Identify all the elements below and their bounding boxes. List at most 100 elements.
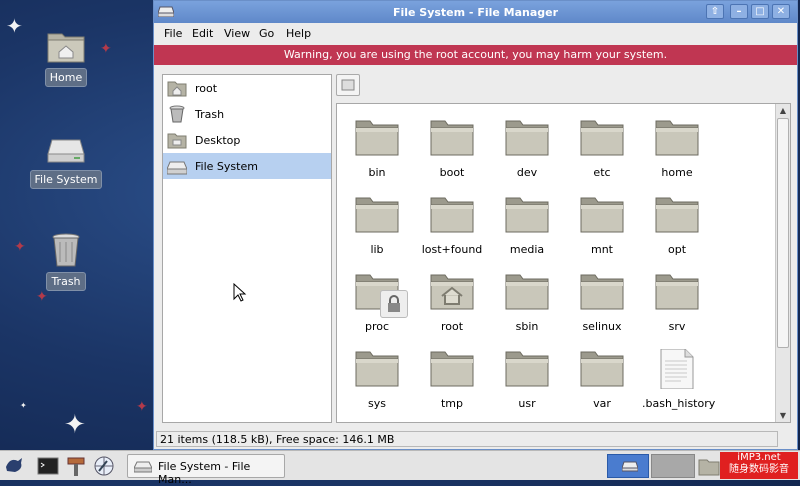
file-name-label: selinux: [582, 320, 622, 333]
terminal-icon[interactable]: [37, 455, 59, 477]
folder-item[interactable]: var: [567, 349, 637, 410]
folder-item[interactable]: opt: [642, 195, 712, 256]
file-name-label: proc: [364, 320, 390, 333]
folder-item[interactable]: tmp: [417, 349, 487, 410]
menu-edit[interactable]: Edit: [192, 27, 213, 40]
home-folder-icon: [46, 28, 86, 64]
drive-icon: [622, 461, 638, 472]
folder-item[interactable]: dev: [492, 118, 562, 179]
desktop-icon-home[interactable]: Home: [26, 28, 106, 87]
folder-icon: [354, 272, 408, 318]
file-name-label: lost+found: [421, 243, 483, 256]
drive-icon: [46, 130, 86, 166]
menu-file[interactable]: File: [164, 27, 182, 40]
text-file-icon: [654, 348, 700, 390]
folder-item[interactable]: home: [642, 118, 712, 179]
xfce-menu-icon[interactable]: [3, 455, 25, 477]
folder-item[interactable]: selinux: [567, 272, 637, 333]
folder-item[interactable]: media: [492, 195, 562, 256]
sidebar-item-desktop[interactable]: Desktop: [163, 127, 331, 153]
folder-icon: [504, 195, 550, 235]
folder-item[interactable]: lib: [342, 195, 412, 256]
sidebar-item-file-system[interactable]: File System: [163, 153, 331, 179]
folder-icon: [504, 349, 550, 389]
file-name-label: bin: [368, 166, 386, 179]
minimize-button[interactable]: –: [730, 4, 748, 19]
watermark-line-1: iMP3.net: [737, 452, 781, 463]
desktop-icon-label: Trash: [46, 272, 86, 291]
star-decoration: ✦: [6, 14, 23, 38]
home-emblem-icon: [439, 286, 465, 309]
drive-icon: [166, 157, 188, 175]
file-name-label: root: [440, 320, 464, 333]
folder-icon: [579, 195, 625, 235]
file-name-label: etc: [593, 166, 611, 179]
folder-icon: [354, 349, 400, 389]
drive-icon: [341, 79, 355, 91]
folder-icon: [429, 118, 475, 158]
menubar: File Edit View Go Help: [154, 23, 797, 45]
folder-item[interactable]: usr: [492, 349, 562, 410]
folder-item[interactable]: mnt: [567, 195, 637, 256]
folder-icon: [504, 118, 550, 158]
watermark-logo: iMP3.net 随身数码影音: [720, 452, 798, 479]
folder-item[interactable]: srv: [642, 272, 712, 333]
file-name-label: dev: [516, 166, 538, 179]
sidebar-item-root[interactable]: root: [163, 75, 331, 101]
close-button[interactable]: ✕: [772, 4, 790, 19]
star-decoration: ✦: [14, 239, 26, 255]
vertical-scrollbar[interactable]: ▲ ▼: [775, 104, 790, 422]
taskbar-window-button[interactable]: File System - File Man...: [127, 454, 285, 486]
desktop-icon-label: File System: [29, 170, 103, 189]
window-titlebar[interactable]: File System - File Manager ⇧ – □ ✕: [154, 1, 797, 23]
stick-button[interactable]: ⇧: [706, 4, 724, 19]
folder-icon: [654, 272, 700, 312]
path-bar-button[interactable]: [336, 74, 360, 96]
sidebar-item-label: File System: [195, 160, 258, 173]
scroll-up-arrow-icon[interactable]: ▲: [776, 106, 790, 115]
folder-icon: [654, 118, 700, 158]
folder-icon: [429, 195, 475, 235]
menu-help[interactable]: Help: [286, 27, 311, 40]
desktop-icon-file-system[interactable]: File System: [26, 130, 106, 189]
maximize-button[interactable]: □: [751, 4, 769, 19]
folder-item[interactable]: boot: [417, 118, 487, 179]
sidebar-item-trash[interactable]: Trash: [163, 101, 331, 127]
file-name-label: tmp: [440, 397, 463, 410]
file-name-label: home: [661, 166, 693, 179]
menu-view[interactable]: View: [224, 27, 250, 40]
file-name-label: var: [593, 397, 611, 410]
file-name-label: usr: [518, 397, 536, 410]
folder-item[interactable]: bin: [342, 118, 412, 179]
scrollbar-thumb[interactable]: [777, 118, 789, 348]
folder-icon: [579, 118, 625, 158]
folder-item[interactable]: sys: [342, 349, 412, 410]
trash-icon: [46, 232, 86, 268]
desktop-icon-trash[interactable]: Trash: [26, 232, 106, 291]
folder-item[interactable]: lost+found: [417, 195, 487, 256]
sidebar-item-label: root: [195, 82, 218, 95]
desktop-folder-icon: [167, 131, 187, 149]
menu-go[interactable]: Go: [259, 27, 274, 40]
workspace-2[interactable]: [651, 454, 695, 478]
file-name-label: .bash_history: [642, 397, 716, 410]
side-pane: root Trash Desktop File System: [162, 74, 332, 423]
desktop-folder-icon[interactable]: [698, 455, 720, 477]
drive-icon: [134, 461, 152, 473]
folder-item[interactable]: etc: [567, 118, 637, 179]
folder-item[interactable]: proc: [342, 272, 412, 333]
file-item[interactable]: .bash_history: [642, 348, 716, 410]
file-name-label: sbin: [515, 320, 539, 333]
star-decoration: ✦: [36, 289, 48, 305]
folder-item[interactable]: root: [417, 272, 487, 333]
web-browser-icon[interactable]: [93, 455, 115, 477]
file-name-label: srv: [668, 320, 686, 333]
scroll-down-arrow-icon[interactable]: ▼: [776, 411, 790, 420]
workspace-1[interactable]: [607, 454, 649, 478]
folder-item[interactable]: sbin: [492, 272, 562, 333]
lock-icon: [380, 290, 408, 318]
folder-icon: [429, 349, 475, 389]
star-decoration: ✦: [136, 399, 148, 415]
status-bar: 21 items (118.5 kB), Free space: 146.1 M…: [156, 431, 778, 447]
settings-manager-icon[interactable]: [65, 455, 87, 477]
